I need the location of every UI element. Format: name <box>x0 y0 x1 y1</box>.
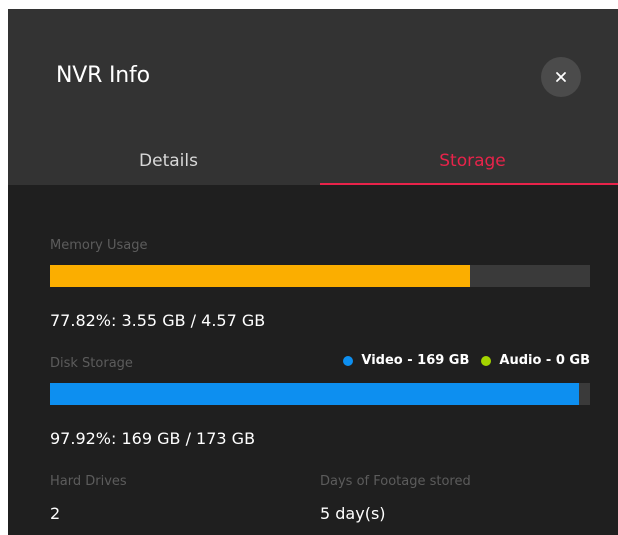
active-tab-indicator <box>320 183 618 185</box>
video-dot-icon <box>343 355 354 366</box>
dialog-header: NVR Info Details Storage <box>8 9 618 185</box>
disk-storage-summary: 97.92%: 169 GB / 173 GB <box>50 429 256 448</box>
close-button[interactable] <box>541 57 581 97</box>
memory-usage-bar-fill <box>50 265 471 287</box>
audio-dot-icon <box>481 355 492 366</box>
disk-storage-bar <box>50 383 590 405</box>
disk-storage-label: Disk Storage <box>50 356 133 371</box>
hard-drives-value: 2 <box>50 504 61 523</box>
legend-audio-label: Audio - 0 GB <box>499 353 590 368</box>
close-icon <box>556 72 566 82</box>
nvr-info-dialog: NVR Info Details Storage Memory Usage 77… <box>8 9 618 535</box>
memory-usage-label: Memory Usage <box>50 238 148 253</box>
footage-days-value: 5 day(s) <box>320 504 386 523</box>
footage-days-label: Days of Footage stored <box>320 474 471 489</box>
disk-storage-bar-fill <box>50 383 579 405</box>
legend-video-label: Video - 169 GB <box>361 353 470 368</box>
hard-drives-label: Hard Drives <box>50 474 127 489</box>
legend-item-audio: Audio - 0 GB <box>481 353 590 368</box>
disk-storage-legend: Video - 169 GB Audio - 0 GB <box>343 353 590 368</box>
dialog-title: NVR Info <box>56 63 150 88</box>
legend-item-video: Video - 169 GB <box>343 353 469 368</box>
memory-usage-summary: 77.82%: 3.55 GB / 4.57 GB <box>50 311 266 330</box>
tab-details[interactable]: Details <box>16 137 321 185</box>
tab-storage[interactable]: Storage <box>320 137 618 185</box>
memory-usage-bar <box>50 265 590 287</box>
